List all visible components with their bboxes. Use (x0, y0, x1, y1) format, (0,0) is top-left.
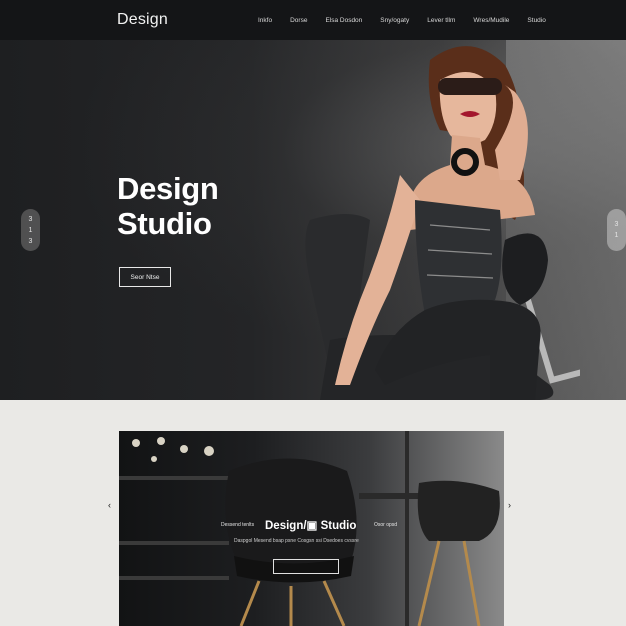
nav-item-1[interactable]: Inkfo (258, 17, 272, 24)
table-leg (405, 431, 409, 626)
page: Design Inkfo Dorse Elsa Dosdon Sny/ogaty… (0, 0, 626, 626)
chair-main-legs (239, 580, 346, 626)
slider-prev-pill[interactable]: 3 1 3 (21, 209, 40, 251)
carousel-next-icon[interactable]: › (508, 500, 511, 510)
shelf (119, 476, 239, 480)
nav-item-2[interactable]: Dorse (290, 17, 307, 24)
hero-title-line-1: Design (117, 171, 219, 206)
nav-item-7[interactable]: Studio (527, 17, 545, 24)
nav-item-5[interactable]: Lever tllm (427, 17, 455, 24)
chair-right (417, 480, 500, 541)
card-subtitle: Daspgol Mesend bsap psne Cosgsn ssi Dsed… (234, 538, 359, 544)
leather-outfit (415, 200, 502, 315)
carousel-prev-icon[interactable]: ‹ (108, 500, 111, 510)
card-input-field[interactable] (273, 559, 339, 574)
hero-section: Design Studio Seor Ntse 3 1 3 3 1 (0, 40, 626, 400)
sunglasses (438, 78, 502, 95)
pendant-light (180, 445, 188, 453)
feature-card: Dessend tenlts Design/▣ Studio Osor opsd… (119, 431, 504, 626)
chair-right-legs (417, 540, 481, 626)
top-navbar: Design Inkfo Dorse Elsa Dosdon Sny/ogaty… (0, 0, 626, 40)
pendant-light (132, 439, 140, 447)
hero-title: Design Studio (117, 171, 219, 241)
pill-dot: 3 (28, 237, 33, 245)
chair-main (225, 458, 357, 571)
knee (502, 233, 548, 305)
nav-item-6[interactable]: Wres/Mudile (473, 17, 509, 24)
hero-model-image (305, 46, 580, 400)
site-logo[interactable]: Design (117, 11, 168, 29)
card-title: Design/▣ Studio (265, 520, 357, 532)
card-tag-right: Osor opsd (374, 522, 398, 528)
pill-dot: 1 (28, 226, 33, 234)
shelf (119, 541, 229, 545)
card-tag-left: Dessend tenlts (221, 522, 255, 528)
hero-cta-button[interactable]: Seor Ntse (119, 267, 171, 287)
pendant-light (157, 437, 165, 445)
nav-item-3[interactable]: Elsa Dosdon (325, 17, 362, 24)
pendant-light (151, 456, 157, 462)
slider-next-pill[interactable]: 3 1 (607, 209, 626, 251)
pill-dot: 3 (28, 215, 33, 223)
main-nav: Inkfo Dorse Elsa Dosdon Sny/ogaty Lever … (258, 17, 564, 24)
pill-dot: 3 (614, 221, 619, 228)
shelf (119, 576, 229, 580)
nav-item-4[interactable]: Sny/ogaty (380, 17, 409, 24)
hero-title-line-2: Studio (117, 206, 212, 241)
pill-dot: 1 (614, 232, 619, 239)
pendant-light (204, 446, 214, 456)
